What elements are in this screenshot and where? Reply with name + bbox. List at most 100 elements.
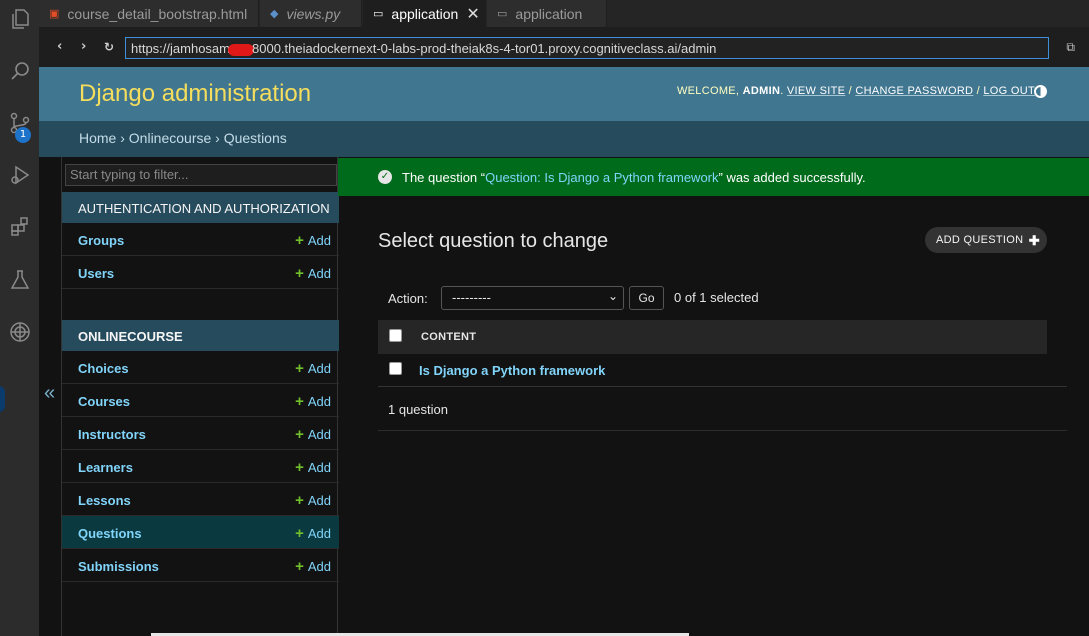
app-caption-onlinecourse[interactable]: ONLINECOURSE — [62, 320, 339, 351]
model-link[interactable]: Choices — [78, 361, 129, 376]
add-question-label: ADD QUESTION — [936, 234, 1024, 246]
add-plus-icon: + — [295, 360, 304, 377]
add-plus-icon: + — [295, 525, 304, 542]
model-link[interactable]: Instructors — [78, 427, 146, 442]
nav-sidebar: Start typing to filter... AUTHENTICATION… — [61, 157, 339, 636]
browser-preview-icon: ▭ — [497, 8, 508, 20]
site-branding[interactable]: Django administration — [79, 80, 311, 108]
panel-handle[interactable] — [0, 386, 5, 412]
add-plus-icon: + — [295, 459, 304, 476]
model-link[interactable]: Users — [78, 266, 114, 281]
model-link[interactable]: Questions — [78, 526, 142, 541]
message-prefix: The question “ — [402, 170, 486, 185]
sidebar-item-choices[interactable]: Choices + Add — [62, 351, 339, 384]
username: ADMIN — [742, 85, 781, 97]
chevron-down-icon: ⌄ — [607, 289, 618, 303]
sidebar-item-lessons[interactable]: Lessons + Add — [62, 483, 339, 516]
success-message: ✓ The question “Question: Is Django a Py… — [338, 158, 1089, 196]
check-circle-icon: ✓ — [378, 170, 392, 184]
tab-views-py[interactable]: ◆ views.py — [260, 0, 362, 27]
tab-application-active[interactable]: ▭ application ✕ — [363, 0, 486, 27]
sidebar-item-groups[interactable]: Groups + Add — [62, 223, 339, 256]
close-icon[interactable]: ✕ — [466, 4, 479, 24]
collapse-icon: « — [44, 382, 56, 404]
add-link[interactable]: + Add — [295, 265, 331, 282]
action-select[interactable]: --------- ⌄ — [441, 286, 624, 310]
column-header-content[interactable]: CONTENT — [421, 331, 476, 343]
sidebar-item-learners[interactable]: Learners + Add — [62, 450, 339, 483]
question-link[interactable]: Is Django a Python framework — [419, 363, 605, 378]
add-plus-icon: + — [295, 265, 304, 282]
add-link[interactable]: + Add — [295, 459, 331, 476]
action-label: Action: — [388, 291, 428, 306]
message-link[interactable]: Question: Is Django a Python framework — [485, 170, 718, 185]
explorer-icon[interactable] — [0, 4, 39, 34]
url-suffix: 8000.theiadockernext-0-labs-prod-theiak8… — [252, 41, 717, 56]
add-link[interactable]: + Add — [295, 558, 331, 575]
source-control-badge: 1 — [15, 127, 31, 143]
activity-bar: 1 — [0, 0, 39, 636]
admin-main: « Start typing to filter... AUTHENTICATI… — [39, 157, 1089, 636]
search-icon[interactable] — [0, 56, 39, 86]
model-link[interactable]: Groups — [78, 233, 124, 248]
page-title: Select question to change — [378, 230, 609, 252]
add-link[interactable]: + Add — [295, 426, 331, 443]
model-link[interactable]: Learners — [78, 460, 133, 475]
reload-icon[interactable]: ↻ — [104, 40, 114, 54]
skills-network-icon[interactable] — [0, 317, 39, 347]
sidebar-item-submissions[interactable]: Submissions + Add — [62, 549, 339, 582]
logout-link[interactable]: LOG OUT — [983, 85, 1035, 97]
tab-label: application — [391, 5, 459, 22]
welcome-text: WELCOME, — [676, 85, 740, 97]
admin-header: Django administration WELCOME, ADMIN. VI… — [39, 67, 1089, 121]
add-question-button[interactable]: ADD QUESTION ✚ — [925, 227, 1047, 253]
select-all-checkbox[interactable] — [389, 329, 402, 342]
add-link[interactable]: + Add — [295, 232, 331, 249]
add-plus-icon: + — [295, 232, 304, 249]
back-icon[interactable]: ‹ — [57, 39, 62, 54]
paginator: 1 question — [378, 388, 1067, 431]
extensions-icon[interactable] — [0, 212, 39, 242]
sidebar-item-courses[interactable]: Courses + Add — [62, 384, 339, 417]
add-plus-icon: + — [295, 426, 304, 443]
selected-action: --------- — [452, 290, 491, 305]
theme-toggle-icon[interactable] — [1034, 85, 1047, 98]
tab-label: views.py — [286, 5, 341, 22]
sidebar-item-questions[interactable]: Questions + Add — [62, 516, 339, 549]
nav-filter-input[interactable]: Start typing to filter... — [65, 164, 337, 186]
add-plus-icon: + — [295, 393, 304, 410]
url-input[interactable]: https://jamhosam 8000.theiadockernext-0-l… — [125, 37, 1049, 59]
go-button[interactable]: Go — [629, 286, 664, 310]
tab-course-detail[interactable]: ▣ course_detail_bootstrap.html — [39, 0, 259, 27]
model-link[interactable]: Submissions — [78, 559, 159, 574]
testing-icon[interactable] — [0, 265, 39, 295]
model-link[interactable]: Lessons — [78, 493, 131, 508]
breadcrumb[interactable]: Home › Onlinecourse › Questions — [39, 121, 1089, 157]
action-bar: Action: --------- ⌄ Go 0 of 1 selected — [378, 282, 1047, 316]
table-row: Is Django a Python framework — [378, 354, 1067, 387]
add-link[interactable]: + Add — [295, 360, 331, 377]
add-plus-icon: + — [295, 492, 304, 509]
model-link[interactable]: Courses — [78, 394, 130, 409]
add-link[interactable]: + Add — [295, 525, 331, 542]
url-prefix: https://jamhosam — [131, 41, 230, 56]
add-link[interactable]: + Add — [295, 492, 331, 509]
tab-application[interactable]: ▭ application — [487, 0, 607, 27]
python-icon: ◆ — [270, 8, 279, 20]
sidebar-item-instructors[interactable]: Instructors + Add — [62, 417, 339, 450]
sidebar-item-users[interactable]: Users + Add — [62, 256, 339, 289]
change-password-link[interactable]: CHANGE PASSWORD — [855, 85, 973, 97]
add-link[interactable]: + Add — [295, 393, 331, 410]
run-debug-icon[interactable] — [0, 160, 39, 190]
view-site-link[interactable]: VIEW SITE — [787, 85, 845, 97]
toggle-nav-sidebar[interactable]: « — [39, 157, 62, 636]
user-tools: WELCOME, ADMIN. VIEW SITE / CHANGE PASSW… — [676, 85, 1035, 97]
browser-preview-icon: ▭ — [373, 8, 384, 20]
app-caption-auth[interactable]: AUTHENTICATION AND AUTHORIZATION — [62, 192, 339, 223]
browser-toolbar: ‹ › ↻ https://jamhosam 8000.theiadockerne… — [39, 27, 1089, 67]
selection-counter: 0 of 1 selected — [674, 290, 759, 305]
row-checkbox[interactable] — [389, 362, 402, 375]
forward-icon[interactable]: › — [81, 39, 86, 54]
results-table-header: CONTENT — [378, 320, 1047, 354]
open-external-icon[interactable]: ⧉ — [1066, 40, 1075, 55]
